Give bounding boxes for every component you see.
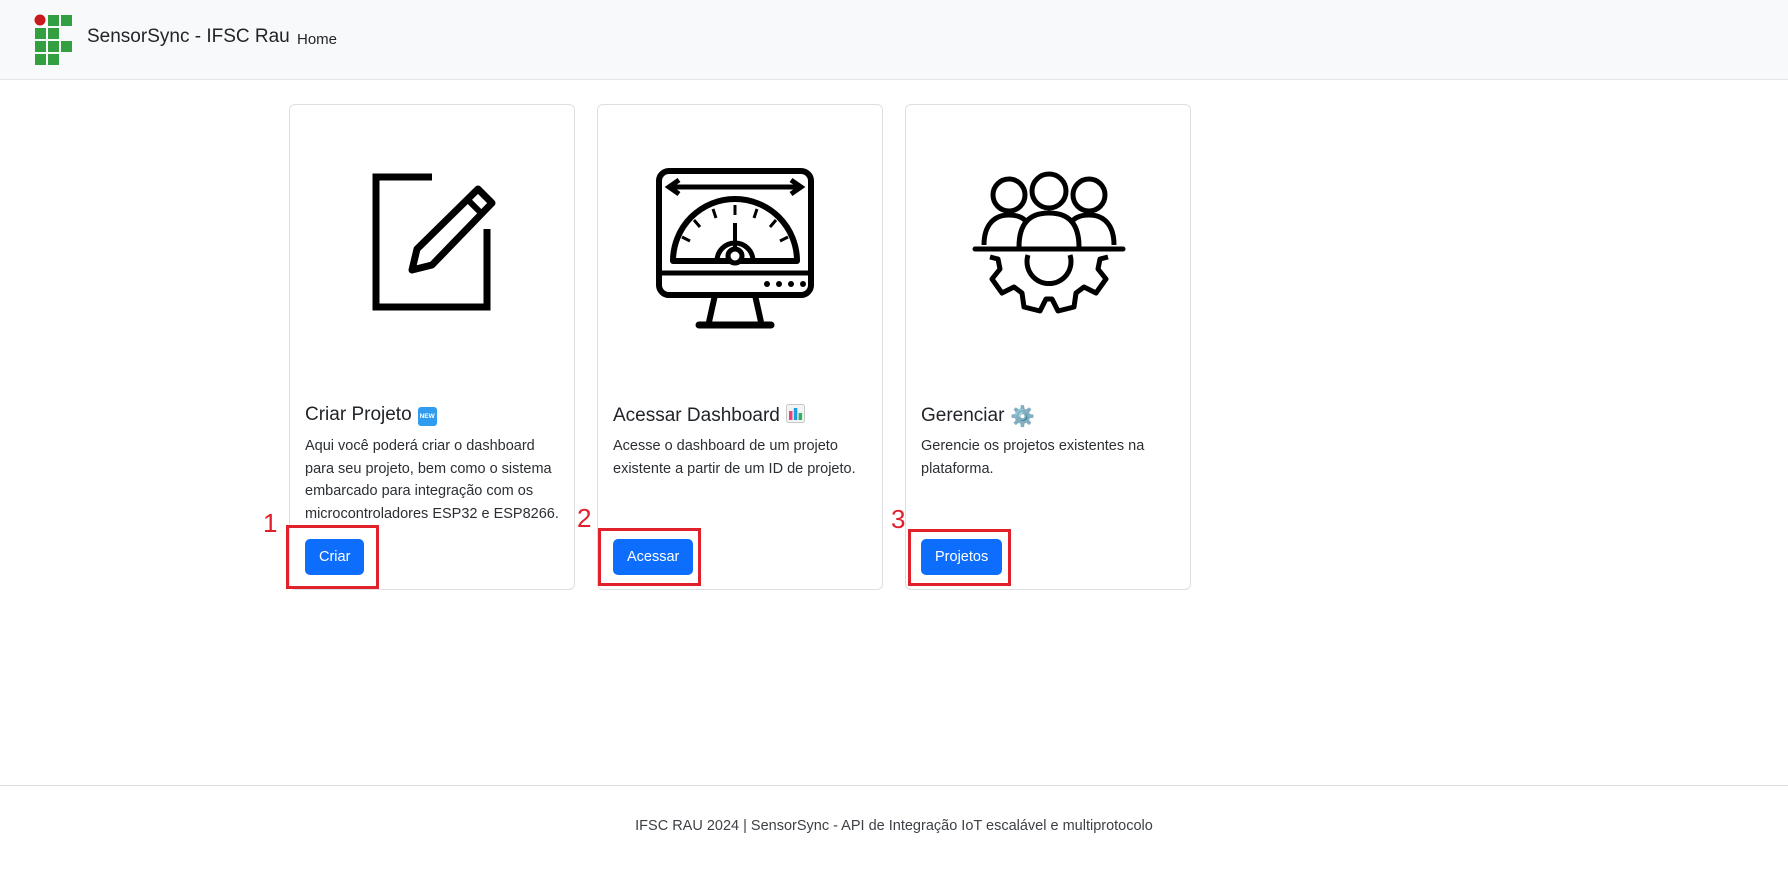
card-title: Acessar Dashboard: [613, 404, 805, 427]
edit-icon: [372, 173, 496, 311]
bar-chart-icon: [785, 404, 805, 423]
footer-text: IFSC RAU 2024 | SensorSync - API de Inte…: [635, 818, 1153, 834]
navbar-brand[interactable]: SensorSync - IFSC Rau: [87, 26, 290, 48]
card-text: Gerencie os projetos existentes na plata…: [921, 438, 1145, 477]
footer-divider: [0, 785, 1788, 786]
nav-link-home[interactable]: Home: [297, 31, 337, 48]
team-gear-icon: [972, 171, 1126, 314]
ifsc-logo-icon[interactable]: [34, 14, 74, 67]
card-image: [598, 105, 882, 375]
annotation-marker-2: 2: [577, 503, 592, 533]
gear-icon: ⚙️: [1010, 406, 1036, 428]
annotation-box-3: [908, 529, 1011, 586]
card-gerenciar: Gerenciar ⚙️ Gerencie os projetos existen…: [905, 104, 1191, 590]
card-acessar-dashboard: Acessar Dashboard Acesse o dashboard de …: [597, 104, 883, 590]
dashboard-gauge-icon: [656, 168, 814, 329]
card-image: [906, 105, 1190, 375]
annotation-box-1: [286, 525, 379, 589]
card-text: Acesse o dashboard de um projeto existen…: [613, 438, 856, 477]
card-criar-projeto: Criar Projeto NEW Aqui você poderá criar …: [289, 104, 575, 590]
new-badge-icon: NEW: [417, 407, 437, 426]
card-image: [290, 105, 574, 375]
annotation-box-2: [598, 528, 701, 586]
annotation-marker-1: 1: [263, 508, 278, 538]
card-text: Aqui você poderá criar o dashboard para …: [305, 438, 559, 522]
card-title: Criar Projeto NEW: [305, 404, 437, 426]
card-title: Gerenciar ⚙️: [921, 405, 1036, 428]
navbar: SensorSync - IFSC Rau Home: [0, 0, 1788, 80]
annotation-marker-3: 3: [891, 504, 906, 534]
